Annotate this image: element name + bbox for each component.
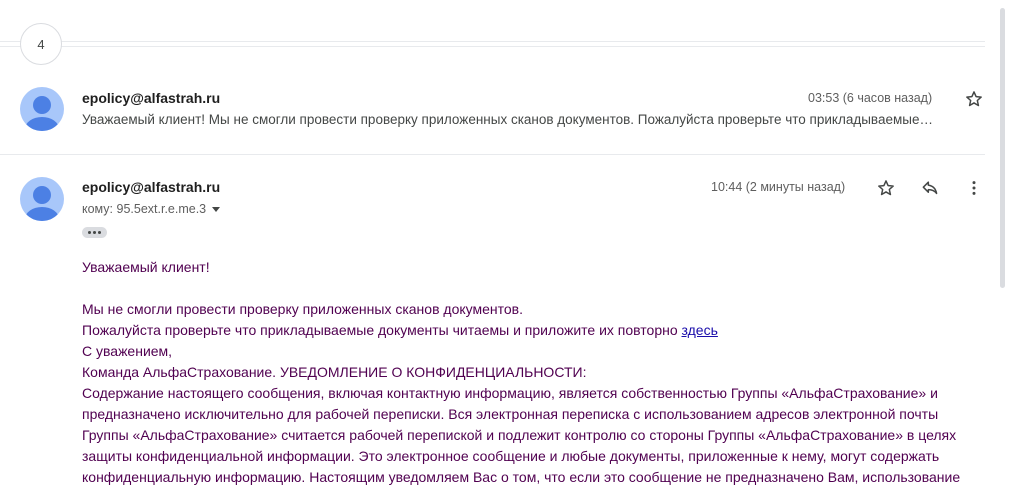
body-greeting: Уважаемый клиент! (82, 259, 210, 275)
message-snippet: Уважаемый клиент! Мы не смогли провести … (82, 112, 933, 127)
message-divider (0, 154, 985, 155)
chevron-down-icon (212, 207, 221, 213)
sender-name[interactable]: epolicy@alfastrah.ru (82, 179, 220, 195)
here-link[interactable]: здесь (682, 322, 718, 338)
avatar (20, 87, 64, 131)
star-icon[interactable] (874, 176, 898, 200)
body-disclaimer: Содержание настоящего сообщения, включая… (82, 385, 961, 485)
scrollbar[interactable] (998, 0, 1009, 486)
recipients-dropdown[interactable]: кому: 95.5ext.r.e.me.3 (82, 202, 221, 216)
avatar (20, 177, 64, 221)
body-line: Пожалуйста проверьте что прикладываемые … (82, 322, 682, 338)
scrollbar-thumb[interactable] (1000, 8, 1005, 288)
body-line: Мы не смогли провести проверку приложенн… (82, 301, 523, 317)
thread-divider-bottom (0, 46, 985, 47)
message-time: 10:44 (2 минуты назад) (711, 180, 846, 194)
recipients-label: кому: 95.5ext.r.e.me.3 (82, 202, 207, 216)
thread-divider-top (0, 41, 985, 42)
body-line-with-link: Пожалуйста проверьте что прикладываемые … (82, 320, 972, 341)
star-icon[interactable] (962, 87, 986, 111)
show-trimmed-content-button[interactable] (82, 227, 107, 238)
reply-icon[interactable] (918, 176, 942, 200)
message-time: 03:53 (6 часов назад) (808, 91, 933, 105)
body-signature: Команда АльфаСтрахование. УВЕДОМЛЕНИЕ О … (82, 364, 587, 380)
collapsed-messages-count[interactable]: 4 (20, 23, 62, 65)
message-body: Уважаемый клиент! Мы не смогли провести … (82, 257, 972, 488)
more-vert-icon[interactable] (962, 176, 986, 200)
body-regards: С уважением, (82, 343, 173, 359)
sender-name: epolicy@alfastrah.ru (82, 90, 221, 106)
